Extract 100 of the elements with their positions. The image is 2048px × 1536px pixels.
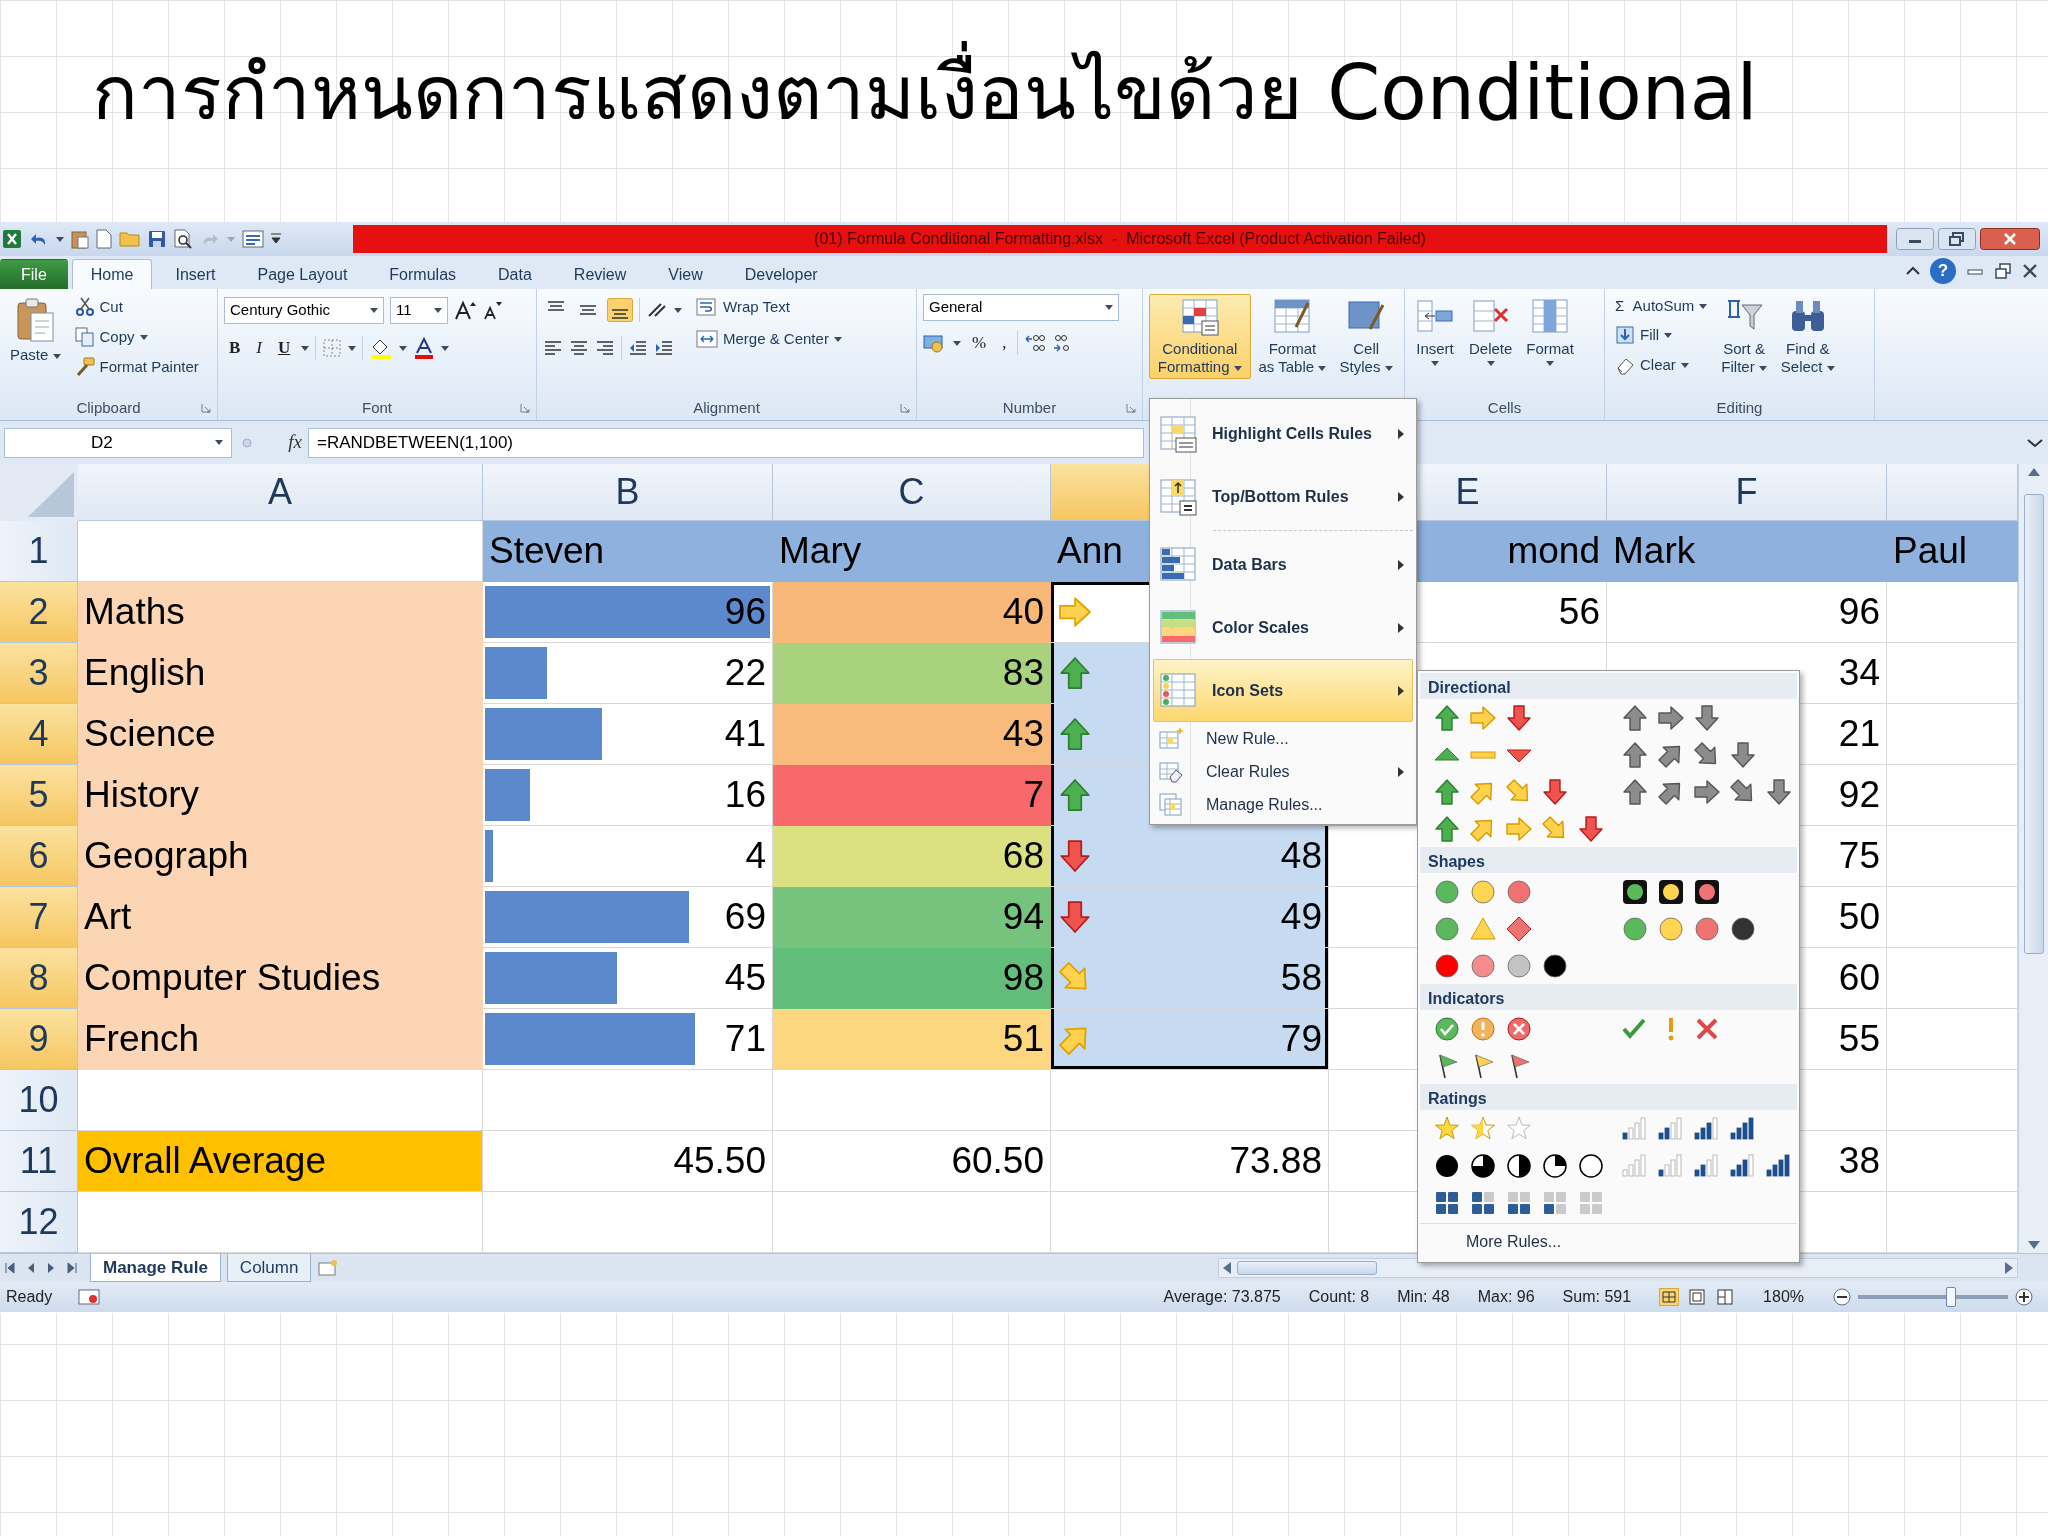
font-color-icon[interactable] [413,337,436,359]
bold-button[interactable]: B [224,335,246,361]
column-header[interactable]: C [773,464,1051,521]
menu-item[interactable]: More Rules... [1420,1223,1797,1260]
underline-button[interactable]: U [273,335,296,361]
row-header[interactable]: 8 [0,948,78,1009]
page-layout-view-icon[interactable] [1687,1288,1708,1306]
row-header[interactable]: 11 [0,1131,78,1192]
save-icon[interactable] [148,230,166,248]
ribbon-tab[interactable]: Formulas [370,258,476,289]
normal-view-icon[interactable] [1659,1288,1680,1306]
caret-icon[interactable] [1318,365,1327,371]
caret-icon[interactable] [301,345,310,351]
caret-icon[interactable] [441,345,450,351]
restore-icon[interactable] [1994,263,2012,279]
align-left-icon[interactable] [543,338,563,358]
increase-indent-icon[interactable] [654,338,674,358]
dialog-launcher-icon[interactable] [900,403,910,413]
scroll-left-icon[interactable] [1223,1262,1231,1274]
ribbon-tab[interactable]: View [649,258,722,289]
formula-field[interactable]: =RANDBETWEEN(1,100) [308,427,1144,458]
print-preview-icon[interactable] [173,229,193,249]
selected-cell[interactable]: 49 [1051,887,1329,948]
ribbon-tab[interactable]: Review [554,258,646,289]
copy-button[interactable]: Copy [70,324,203,350]
delete-button[interactable]: Delete [1465,294,1517,369]
row-header[interactable]: 3 [0,643,78,704]
caret-icon[interactable] [953,340,961,346]
dialog-launcher-icon[interactable] [201,403,211,413]
dialog-launcher-icon[interactable] [1126,403,1136,413]
document-icon[interactable] [96,229,112,249]
close-icon[interactable] [1980,228,2040,250]
menu-item[interactable]: New Rule... [1153,722,1413,755]
conditional-formatting-button[interactable]: Conditional Formatting [1149,294,1251,379]
selected-cell[interactable]: 79 [1051,1009,1329,1070]
cell-styles-button[interactable]: Cell Styles [1334,294,1398,379]
number-format-field[interactable]: General [923,294,1119,321]
ribbon-tab[interactable]: Page Layout [238,258,367,289]
selected-cell[interactable]: 58 [1051,948,1329,1009]
align-center-icon[interactable] [569,338,589,358]
row-header[interactable]: 1 [0,521,78,582]
cut-button[interactable]: Cut [70,294,203,320]
expand-formula-icon[interactable] [2026,436,2044,449]
ribbon-tab[interactable]: Insert [156,258,235,289]
caret-icon[interactable] [52,353,61,359]
insert-function-button[interactable]: fx [262,428,302,457]
page-break-view-icon[interactable] [1715,1288,1736,1306]
caret-icon[interactable] [348,345,357,351]
ribbon-tab[interactable]: Home [71,258,153,289]
wrap-text-button[interactable]: Wrap Text [692,294,846,320]
caret-icon[interactable] [215,440,223,445]
menu-item[interactable]: Highlight Cells Rules [1153,402,1413,465]
row-header[interactable]: 12 [0,1192,78,1253]
row-header[interactable]: 6 [0,826,78,887]
customize-menu-icon[interactable] [271,232,281,246]
increase-decimal-icon[interactable] [1024,333,1047,353]
italic-button[interactable]: I [251,335,267,361]
caret-icon[interactable] [833,336,842,342]
zoom-out-icon[interactable] [1832,1287,1852,1307]
scroll-right-icon[interactable] [2005,1262,2013,1274]
fill-color-icon[interactable] [369,337,394,359]
format-painter-button[interactable]: Format Painter [70,354,203,380]
row-header[interactable]: 9 [0,1009,78,1070]
autosum-button[interactable]: Σ AutoSum [1611,294,1712,318]
column-header[interactable]: A [78,464,483,521]
dialog-launcher-icon[interactable] [520,403,530,413]
bottom-align-icon[interactable] [607,298,633,322]
spreadsheet-logo-icon[interactable] [2,229,22,249]
caret-icon[interactable] [1664,332,1673,338]
clipboard-icon[interactable] [71,229,89,249]
caret-icon[interactable] [1486,361,1495,366]
caret-icon[interactable] [370,307,378,313]
caret-icon[interactable] [434,307,442,313]
fill-button[interactable]: Fill [1611,322,1712,348]
slider-thumb[interactable] [1946,1287,1956,1307]
row-header[interactable]: 7 [0,887,78,948]
vertical-scrollbar[interactable] [2018,464,2048,1253]
sheet-tab[interactable]: Column [226,1253,312,1283]
scroll-down-icon[interactable] [2027,1241,2040,1249]
form-icon[interactable] [242,230,264,248]
column-header[interactable]: B [483,464,773,521]
caret-icon[interactable] [1546,361,1555,366]
align-right-icon[interactable] [595,338,615,358]
sheet-tab[interactable]: Manage Rule [90,1253,221,1283]
caret-icon[interactable] [1680,362,1689,368]
column-header[interactable]: F [1607,464,1887,521]
comma-button[interactable]: , [997,330,1012,356]
format-button[interactable]: Format [1522,294,1578,369]
row-header[interactable]: 4 [0,704,78,765]
row-header[interactable]: 5 [0,765,78,826]
sort-filter-button[interactable]: Sort & Filter [1717,294,1771,379]
format-as-table-button[interactable]: Format as Table [1252,294,1333,379]
collapse-ribbon-icon[interactable] [1906,266,1920,276]
caret-icon[interactable] [399,345,408,351]
scroll-up-icon[interactable] [2027,468,2040,476]
font-size-field[interactable]: 11 [390,296,448,324]
caret-icon[interactable] [56,236,64,242]
ribbon-tab[interactable]: Data [479,258,551,289]
caret-icon[interactable] [1826,365,1835,371]
ribbon-tab[interactable]: File [0,258,68,289]
